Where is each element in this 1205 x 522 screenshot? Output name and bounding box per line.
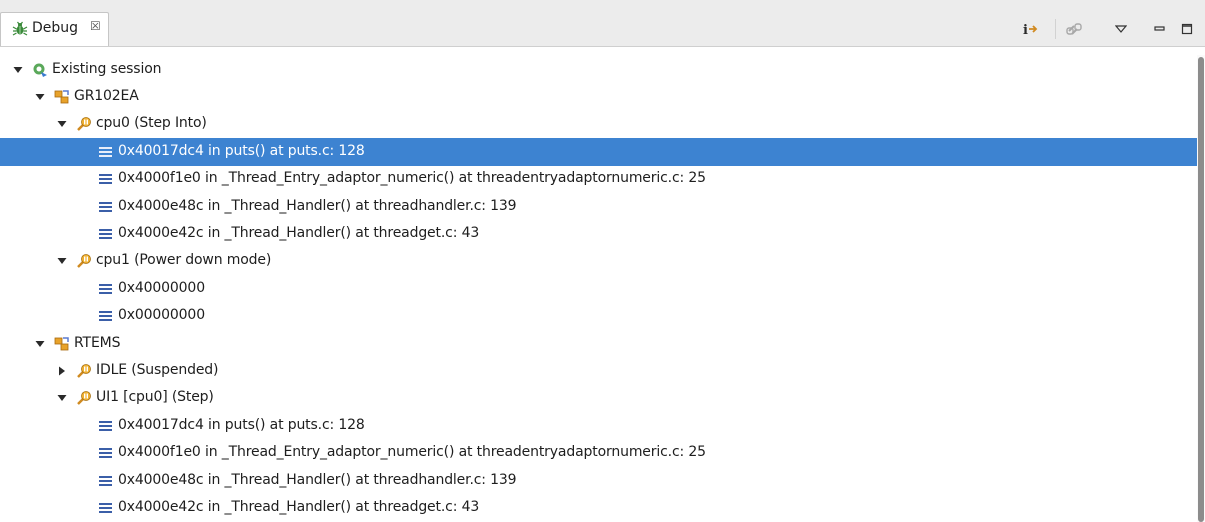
tree-node-row[interactable]: RTEMS: [0, 330, 1197, 358]
chevron-down-icon[interactable]: [12, 64, 24, 76]
chevron-right-icon[interactable]: [56, 365, 68, 377]
tree-node-row[interactable]: Existing session: [0, 56, 1197, 84]
stack-frame-icon: [99, 475, 112, 486]
bug-icon: [12, 21, 28, 36]
tree-node-label: 0x00000000: [118, 307, 205, 324]
tree-node-label: cpu0 (Step Into): [96, 115, 207, 132]
stack-frame-row[interactable]: 0x4000f1e0 in _Thread_Entry_adaptor_nume…: [0, 165, 1197, 193]
stack-frame-row[interactable]: 0x4000e42c in _Thread_Handler() at threa…: [0, 494, 1197, 522]
thread-suspended-icon: [77, 254, 91, 269]
scrollbar-thumb[interactable]: [1198, 57, 1204, 522]
chevron-down-icon[interactable]: [56, 392, 68, 404]
launch-session-icon: [33, 63, 47, 77]
link-with-editor-icon[interactable]: [1063, 17, 1087, 41]
tree-node-label: RTEMS: [74, 334, 121, 351]
step-filters-toggle-icon[interactable]: i: [1019, 17, 1043, 41]
tree-node-row[interactable]: IDLE (Suspended): [0, 357, 1197, 385]
thread-suspended-icon: [77, 391, 91, 406]
tree-node-label: 0x4000f1e0 in _Thread_Entry_adaptor_nume…: [118, 170, 706, 187]
debug-target-icon: [54, 90, 69, 104]
debug-target-icon: [54, 336, 69, 350]
stack-frame-row[interactable]: 0x4000e48c in _Thread_Handler() at threa…: [0, 467, 1197, 495]
tree-node-label: UI1 [cpu0] (Step): [96, 389, 214, 406]
maximize-icon[interactable]: [1175, 17, 1199, 41]
thread-suspended-icon: [77, 117, 91, 132]
tree-node-label: 0x40017dc4 in puts() at puts.c: 128: [118, 142, 365, 159]
stack-frame-row[interactable]: 0x00000000: [0, 302, 1197, 330]
stack-frame-row[interactable]: 0x4000e42c in _Thread_Handler() at threa…: [0, 220, 1197, 248]
stack-frame-icon: [99, 502, 112, 513]
tree-node-row[interactable]: UI1 [cpu0] (Step): [0, 384, 1197, 412]
close-icon[interactable]: ☒: [90, 19, 101, 33]
thread-suspended-icon: [77, 363, 91, 378]
stack-frame-icon: [99, 146, 112, 157]
tree-node-label: 0x4000e48c in _Thread_Handler() at threa…: [118, 197, 517, 214]
tree-node-label: 0x40000000: [118, 279, 205, 296]
view-tab-bar: Debug ☒ i: [0, 0, 1205, 47]
chevron-down-icon[interactable]: [34, 91, 46, 103]
tree-node-label: 0x4000e48c in _Thread_Handler() at threa…: [118, 471, 517, 488]
toolbar-separator: [1055, 19, 1056, 39]
stack-frame-icon: [99, 201, 112, 212]
tree-node-row[interactable]: GR102EA: [0, 83, 1197, 111]
tree-node-label: 0x4000f1e0 in _Thread_Entry_adaptor_nume…: [118, 444, 706, 461]
tree-node-row[interactable]: cpu0 (Step Into): [0, 110, 1197, 138]
stack-frame-icon: [99, 420, 112, 431]
stack-frame-row[interactable]: 0x4000f1e0 in _Thread_Entry_adaptor_nume…: [0, 439, 1197, 467]
stack-frame-row[interactable]: 0x40017dc4 in puts() at puts.c: 128: [0, 137, 1197, 166]
tree-node-label: GR102EA: [74, 87, 139, 104]
view-menu-icon[interactable]: [1109, 17, 1133, 41]
stack-frame-icon: [99, 311, 112, 322]
stack-frame-icon: [99, 174, 112, 185]
vertical-scrollbar[interactable]: [1197, 55, 1205, 522]
tree-node-label: 0x40017dc4 in puts() at puts.c: 128: [118, 416, 365, 433]
svg-text:i: i: [1023, 23, 1028, 36]
stack-frame-row[interactable]: 0x40017dc4 in puts() at puts.c: 128: [0, 412, 1197, 440]
tree-node-label: IDLE (Suspended): [96, 361, 219, 378]
chevron-down-icon[interactable]: [56, 255, 68, 267]
chevron-down-icon[interactable]: [34, 338, 46, 350]
stack-frame-icon: [99, 228, 112, 239]
tree-node-label: Existing session: [52, 60, 162, 77]
debug-tree[interactable]: Existing session GR102EA cpu0 (Step Into) 0…: [0, 55, 1197, 522]
minimize-icon[interactable]: [1148, 17, 1172, 41]
tree-node-label: cpu1 (Power down mode): [96, 252, 272, 269]
stack-frame-row[interactable]: 0x40000000: [0, 275, 1197, 303]
stack-frame-row[interactable]: 0x4000e48c in _Thread_Handler() at threa…: [0, 193, 1197, 221]
tree-node-label: 0x4000e42c in _Thread_Handler() at threa…: [118, 224, 480, 241]
stack-frame-icon: [99, 283, 112, 294]
chevron-down-icon[interactable]: [56, 118, 68, 130]
tree-node-label: 0x4000e42c in _Thread_Handler() at threa…: [118, 498, 480, 515]
tab-debug[interactable]: Debug ☒: [0, 12, 109, 46]
stack-frame-icon: [99, 448, 112, 459]
tab-debug-label: Debug: [32, 20, 79, 36]
tree-node-row[interactable]: cpu1 (Power down mode): [0, 247, 1197, 275]
